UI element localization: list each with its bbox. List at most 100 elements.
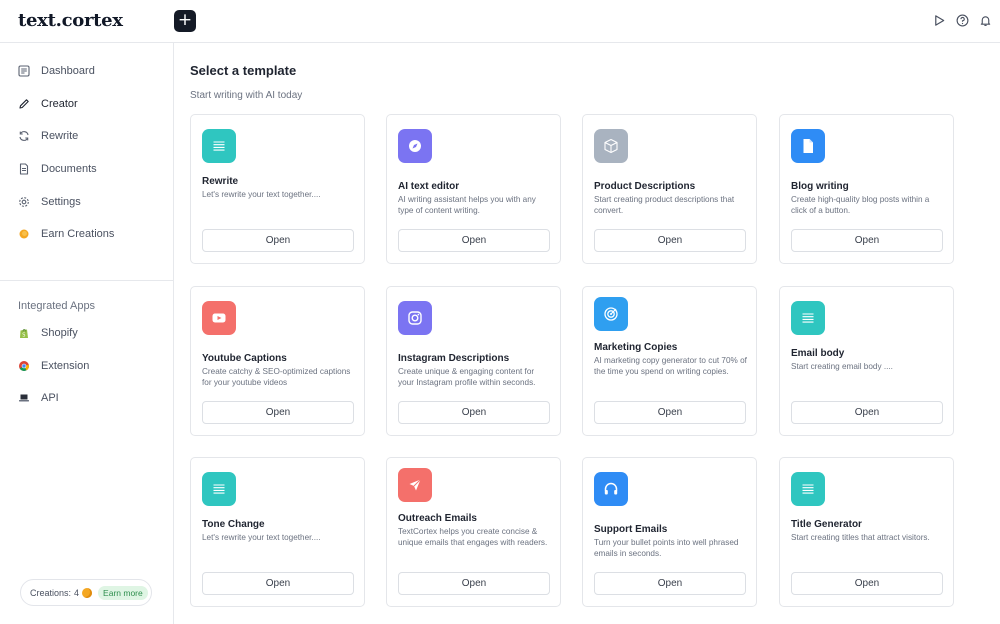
sidebar-item-rewrite[interactable]: Rewrite [18, 126, 78, 146]
lines-icon [802, 484, 814, 494]
sidebar-item-api[interactable]: API [18, 388, 59, 408]
template-description: AI marketing copy generator to cut 70% o… [594, 356, 747, 376]
template-tile [202, 301, 236, 335]
target-icon [604, 307, 618, 321]
sidebar-item-settings[interactable]: Settings [18, 192, 81, 212]
template-title: Support Emails [594, 524, 668, 535]
template-description: Start creating product descriptions that… [594, 195, 735, 215]
sidebar-item-dashboard[interactable]: Dashboard [18, 61, 95, 81]
chrome-icon [19, 361, 30, 371]
gear-icon [19, 197, 29, 207]
template-description: Let's rewrite your text together.... [202, 190, 321, 199]
template-title: Instagram Descriptions [398, 353, 510, 364]
dashboard-icon [18, 65, 30, 77]
open-button[interactable]: Open [202, 572, 354, 595]
template-tile [202, 129, 236, 163]
template-tile [594, 472, 628, 506]
file-icon [803, 139, 813, 153]
sidebar-item-label: Dashboard [41, 65, 95, 77]
template-card-support-emails[interactable]: Support Emails Turn your bullet points in… [582, 457, 757, 607]
template-title: Rewrite [202, 176, 239, 187]
open-button[interactable]: Open [594, 229, 746, 252]
template-tile [791, 129, 825, 163]
template-card-marketing-copies[interactable]: Marketing Copies AI marketing copy genera… [582, 286, 757, 436]
pencil-icon [19, 99, 29, 109]
instagram-icon [408, 311, 422, 325]
open-button[interactable]: Open [791, 229, 943, 252]
top-bar: text.cortex + [0, 0, 1000, 43]
open-button[interactable]: Open [791, 572, 943, 595]
lines-icon [802, 313, 814, 323]
template-tile [202, 472, 236, 506]
youtube-icon [212, 313, 226, 323]
open-button[interactable]: Open [398, 401, 550, 424]
template-card-instagram-descriptions[interactable]: Instagram Descriptions Create unique & en… [386, 286, 561, 436]
open-button[interactable]: Open [202, 229, 354, 252]
box-icon [604, 138, 618, 154]
document-icon [19, 163, 29, 175]
sidebar-item-label: Shopify [41, 327, 78, 339]
coin-icon [19, 229, 29, 239]
page-title: Select a template [190, 63, 297, 78]
template-title: Tone Change [202, 519, 265, 530]
template-description: Start creating titles that attract visit… [791, 533, 930, 542]
integrated-apps-title: Integrated Apps [18, 300, 96, 312]
template-tile [594, 129, 628, 163]
template-tile [791, 301, 825, 335]
sidebar-item-shopify[interactable]: S Shopify [18, 323, 78, 343]
sidebar-item-label: Creator [41, 98, 78, 110]
sidebar-item-label: Settings [41, 196, 81, 208]
open-button[interactable]: Open [594, 572, 746, 595]
template-description: Let's rewrite your text together.... [202, 533, 321, 542]
template-card-ai-text-editor[interactable]: AI text editor AI writing assistant helps… [386, 114, 561, 264]
send-icon [409, 479, 421, 491]
template-card-tone-change[interactable]: Tone Change Let's rewrite your text toget… [190, 457, 365, 607]
creations-label: Creations: [30, 587, 72, 598]
open-button[interactable]: Open [398, 572, 550, 595]
sidebar-item-documents[interactable]: Documents [18, 159, 97, 179]
sidebar-item-creator[interactable]: Creator [18, 94, 78, 114]
template-card-title-generator[interactable]: Title Generator Start creating titles tha… [779, 457, 954, 607]
play-icon[interactable] [933, 14, 946, 27]
sidebar-item-label: API [41, 392, 59, 404]
template-description: AI writing assistant helps you with any … [398, 195, 536, 215]
earn-more-button[interactable]: Earn more [98, 585, 148, 600]
open-button[interactable]: Open [398, 229, 550, 252]
open-button[interactable]: Open [791, 401, 943, 424]
template-title: Marketing Copies [594, 342, 678, 353]
laptop-icon [19, 394, 29, 402]
template-card-youtube-captions[interactable]: Youtube Captions Create catchy & SEO-opti… [190, 286, 365, 436]
creations-count: 4 [74, 587, 80, 598]
template-card-email-body[interactable]: Email body Start creating email body ....… [779, 286, 954, 436]
template-title: Product Descriptions [594, 181, 696, 192]
sidebar-item-extension[interactable]: Extension [18, 356, 89, 376]
template-description: Create high-quality blog posts within a … [791, 195, 930, 215]
template-card-product-descriptions[interactable]: Product Descriptions Start creating produ… [582, 114, 757, 264]
template-description: Start creating email body .... [791, 362, 893, 371]
template-tile [791, 472, 825, 506]
open-button[interactable]: Open [594, 401, 746, 424]
new-document-button[interactable]: + [174, 10, 196, 32]
shopify-icon: S [20, 329, 28, 338]
svg-text:S: S [22, 332, 25, 338]
template-title: Youtube Captions [202, 353, 287, 364]
sidebar: Dashboard Creator Rewrite Documents Sett… [0, 43, 174, 624]
template-tile [594, 297, 628, 331]
sidebar-item-label: Documents [41, 163, 97, 175]
top-icons [933, 14, 992, 27]
bell-icon[interactable] [979, 14, 992, 27]
sidebar-item-earn-creations[interactable]: Earn Creations [18, 224, 114, 244]
app-logo[interactable]: text.cortex [18, 10, 123, 31]
lines-icon [213, 484, 225, 494]
open-button[interactable]: Open [202, 401, 354, 424]
template-description: TextCortex helps you create concise & un… [398, 527, 548, 547]
template-card-blog-writing[interactable]: Blog writing Create high-quality blog pos… [779, 114, 954, 264]
template-title: Email body [791, 348, 845, 359]
template-card-rewrite[interactable]: Rewrite Let's rewrite your text together.… [190, 114, 365, 264]
refresh-icon [19, 131, 29, 141]
compass-icon [409, 140, 421, 152]
page-subtitle: Start writing with AI today [190, 90, 303, 101]
template-description: Turn your bullet points into well phrase… [594, 538, 739, 558]
template-card-outreach-emails[interactable]: Outreach Emails TextCortex helps you crea… [386, 457, 561, 607]
help-icon[interactable] [956, 14, 969, 27]
